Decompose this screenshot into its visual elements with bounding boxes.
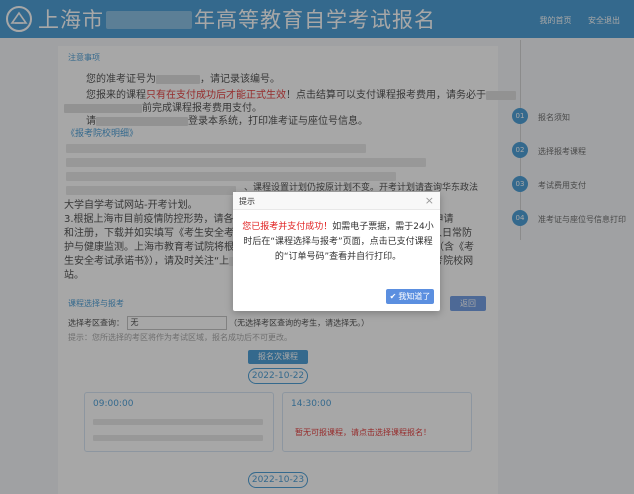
check-icon: ✔: [389, 292, 397, 301]
dialog-title: 提示: [239, 197, 255, 206]
close-icon[interactable]: ×: [425, 194, 434, 207]
success-dialog: 提示 × 您已报考并支付成功！如需电子票据，需于24小时后在“课程选择与报考”页…: [233, 192, 440, 311]
acknowledge-button[interactable]: ✔ 我知道了: [386, 289, 434, 304]
dialog-header: 提示 ×: [233, 192, 440, 210]
acknowledge-label: 我知道了: [398, 292, 431, 301]
dialog-success-text: 您已报考并支付成功！: [242, 222, 333, 232]
dialog-message: 您已报考并支付成功！如需电子票据，需于24小时后在“课程选择与报考”页面，点击已…: [241, 220, 435, 265]
